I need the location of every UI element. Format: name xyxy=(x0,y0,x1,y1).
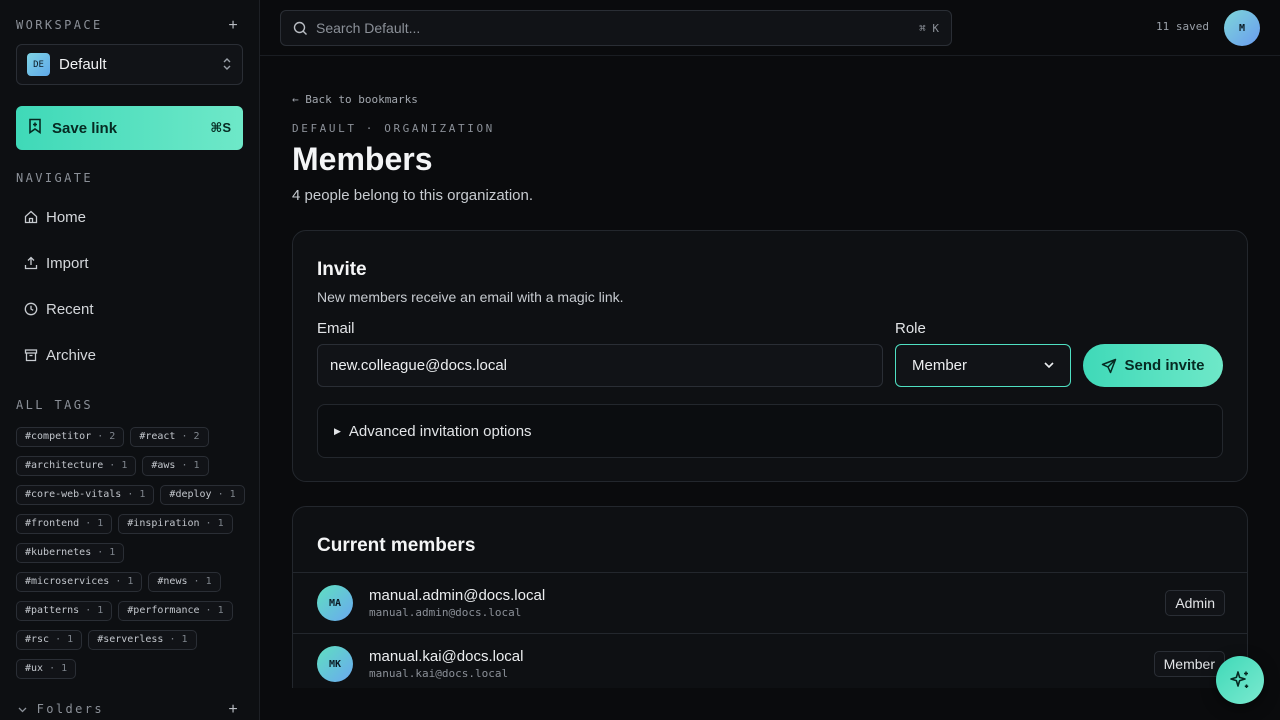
role-select-value: Member xyxy=(912,357,968,374)
navigate-section-label: NAVIGATE xyxy=(16,171,93,185)
advanced-options-toggle[interactable]: ▶ Advanced invitation options xyxy=(317,404,1223,458)
workspace-badge: DE xyxy=(27,53,50,76)
member-name: manual.admin@docs.local xyxy=(369,587,546,604)
chevron-up-down-icon xyxy=(222,57,232,73)
top-bar: Search Default... ⌘ K 11 saved M xyxy=(260,0,1280,56)
members-title: Current members xyxy=(317,535,476,556)
home-icon xyxy=(24,210,38,224)
sparkles-icon xyxy=(1230,671,1249,688)
workspace-name: Default xyxy=(59,56,107,73)
send-invite-button[interactable]: Send invite xyxy=(1083,344,1223,387)
send-invite-label: Send invite xyxy=(1124,357,1205,374)
saved-count: 11 saved xyxy=(1156,20,1209,33)
nav-item-label: Archive xyxy=(46,346,97,364)
tag-chip[interactable]: #kubernetes · 1 xyxy=(16,543,125,563)
folders-label: Folders xyxy=(36,702,104,716)
save-link-label: Save link xyxy=(52,119,118,137)
ai-assistant-button[interactable] xyxy=(1216,656,1264,704)
back-link[interactable]: ← Back to bookmarks xyxy=(292,93,418,106)
invite-description: New members receive an email with a magi… xyxy=(317,289,624,305)
role-label: Role xyxy=(895,320,926,337)
member-email: manual.kai@docs.local xyxy=(369,667,509,680)
nav-item-label: Recent xyxy=(46,300,94,318)
search-placeholder: Search Default... xyxy=(316,20,421,36)
tag-chip[interactable]: #rsc · 1 xyxy=(16,630,83,650)
nav-item-label: Home xyxy=(46,208,87,226)
table-row[interactable]: MA manual.admin@docs.local manual.admin@… xyxy=(293,572,1248,633)
workspace-switcher[interactable]: DE Default xyxy=(16,44,243,85)
tag-chip[interactable]: #news · 1 xyxy=(148,572,221,592)
save-link-button[interactable]: Save link ⌘S xyxy=(16,106,243,150)
nav-item-label: Import xyxy=(46,254,89,272)
arrow-left-icon: ← xyxy=(292,93,299,106)
invite-title: Invite xyxy=(317,259,367,280)
add-folder-icon[interactable]: + xyxy=(226,702,240,718)
search-shortcut: ⌘ K xyxy=(919,21,939,35)
workspace-section-label: WORKSPACE xyxy=(16,18,103,32)
tag-chip[interactable]: #serverless · 1 xyxy=(88,630,197,650)
tag-chip[interactable]: #frontend · 1 xyxy=(16,514,113,534)
chevron-down-icon xyxy=(1044,362,1054,369)
table-row[interactable]: MK manual.kai@docs.local manual.kai@docs… xyxy=(293,633,1248,688)
tag-chip[interactable]: #core-web-vitals · 1 xyxy=(16,485,155,505)
all-tags-section-label: ALL TAGS xyxy=(16,398,93,412)
member-name: manual.kai@docs.local xyxy=(369,648,524,665)
tag-chip[interactable]: #competitor · 2 xyxy=(16,427,125,447)
role-badge[interactable]: Member xyxy=(1153,651,1225,677)
upload-icon xyxy=(24,256,38,270)
tag-chip[interactable]: #deploy · 1 xyxy=(160,485,245,505)
email-label: Email xyxy=(317,320,355,337)
tag-list: #competitor · 2 #react · 2 #architecture… xyxy=(16,427,246,688)
tag-chip[interactable]: #patterns · 1 xyxy=(16,601,113,621)
nav-item-import[interactable]: Import xyxy=(16,245,243,281)
disclosure-triangle-icon: ▶ xyxy=(334,425,341,436)
avatar: MA xyxy=(317,585,353,621)
nav-item-archive[interactable]: Archive xyxy=(16,337,243,373)
nav-item-recent[interactable]: Recent xyxy=(16,291,243,327)
breadcrumb: DEFAULT · ORGANIZATION xyxy=(292,122,495,135)
save-link-shortcut: ⌘S xyxy=(210,120,231,135)
members-card: Current members MA manual.admin@docs.loc… xyxy=(292,506,1248,688)
tag-chip[interactable]: #ux · 1 xyxy=(16,659,77,679)
add-workspace-icon[interactable]: + xyxy=(226,18,240,34)
tag-chip[interactable]: #aws · 1 xyxy=(142,456,209,476)
archive-icon xyxy=(24,349,38,362)
member-email: manual.admin@docs.local xyxy=(369,606,522,619)
avatar: MK xyxy=(317,646,353,682)
folders-toggle[interactable]: Folders xyxy=(18,702,104,716)
page-subtitle: 4 people belong to this organization. xyxy=(292,187,534,204)
tag-chip[interactable]: #react · 2 xyxy=(130,427,209,447)
invite-card: Invite New members receive an email with… xyxy=(292,230,1248,482)
tag-chip[interactable]: #performance · 1 xyxy=(118,601,233,621)
search-input[interactable]: Search Default... ⌘ K xyxy=(280,10,952,46)
tag-chip[interactable]: #architecture · 1 xyxy=(16,456,137,476)
email-field[interactable] xyxy=(317,344,883,387)
back-link-label: Back to bookmarks xyxy=(305,93,418,106)
members-card-frame: Current members MA manual.admin@docs.loc… xyxy=(292,506,1248,688)
advanced-options-label: Advanced invitation options xyxy=(348,422,532,440)
tag-chip[interactable]: #inspiration · 1 xyxy=(118,514,233,534)
role-select[interactable]: Member xyxy=(895,344,1071,387)
clock-icon xyxy=(24,302,38,316)
role-badge[interactable]: Admin xyxy=(1165,590,1225,616)
search-icon xyxy=(293,21,307,35)
sidebar: WORKSPACE + DE Default Save link ⌘S NAVI… xyxy=(0,0,260,720)
avatar[interactable]: M xyxy=(1224,10,1260,46)
page-title: Members xyxy=(292,141,433,177)
bookmark-plus-icon xyxy=(28,118,42,139)
send-icon xyxy=(1102,358,1117,373)
tag-chip[interactable]: #microservices · 1 xyxy=(16,572,143,592)
nav-item-home[interactable]: Home xyxy=(16,199,243,235)
chevron-down-icon xyxy=(18,702,37,716)
